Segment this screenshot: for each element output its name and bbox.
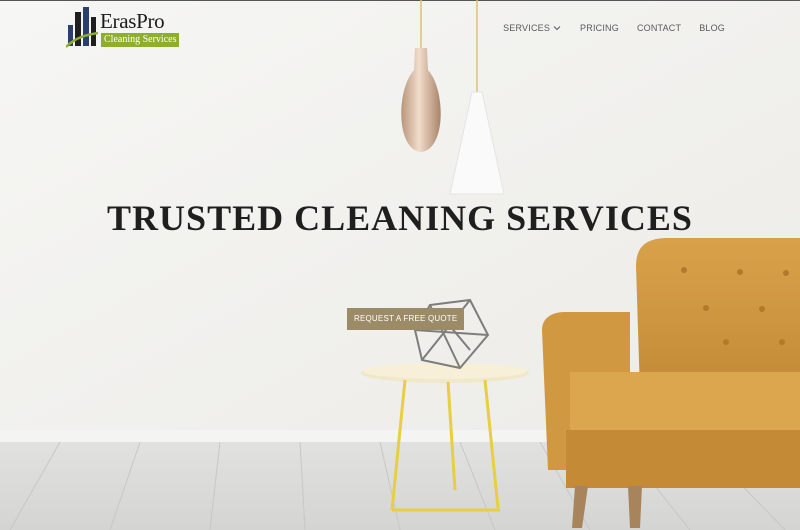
nav-item-services[interactable]: SERVICES [503,23,562,33]
request-quote-button[interactable]: REQUEST A FREE QUOTE [347,308,465,330]
brand-name: ErasPro [100,9,165,33]
nav-item-contact[interactable]: CONTACT [637,23,681,33]
nav-item-label: BLOG [699,23,725,33]
nav-item-label: SERVICES [503,23,551,33]
hero-title: TRUSTED CLEANING SERVICES [107,198,693,238]
chevron-down-icon [553,26,561,31]
nav-item-label: CONTACT [636,23,682,33]
nav-item-pricing[interactable]: PRICING [580,23,619,33]
main-nav: SERVICES PRICING CONTACT BLOG [503,23,725,33]
logo-buildings-icon [66,7,98,48]
nav-item-blog[interactable]: BLOG [699,23,725,33]
brand-tagline: Cleaning Services [101,33,180,47]
site-header: ErasPro Cleaning Services SERVICES PRICI… [0,0,800,60]
nav-item-label: PRICING [580,23,619,33]
brand-logo[interactable]: ErasPro Cleaning Services [66,7,186,53]
hero-background [0,0,800,530]
